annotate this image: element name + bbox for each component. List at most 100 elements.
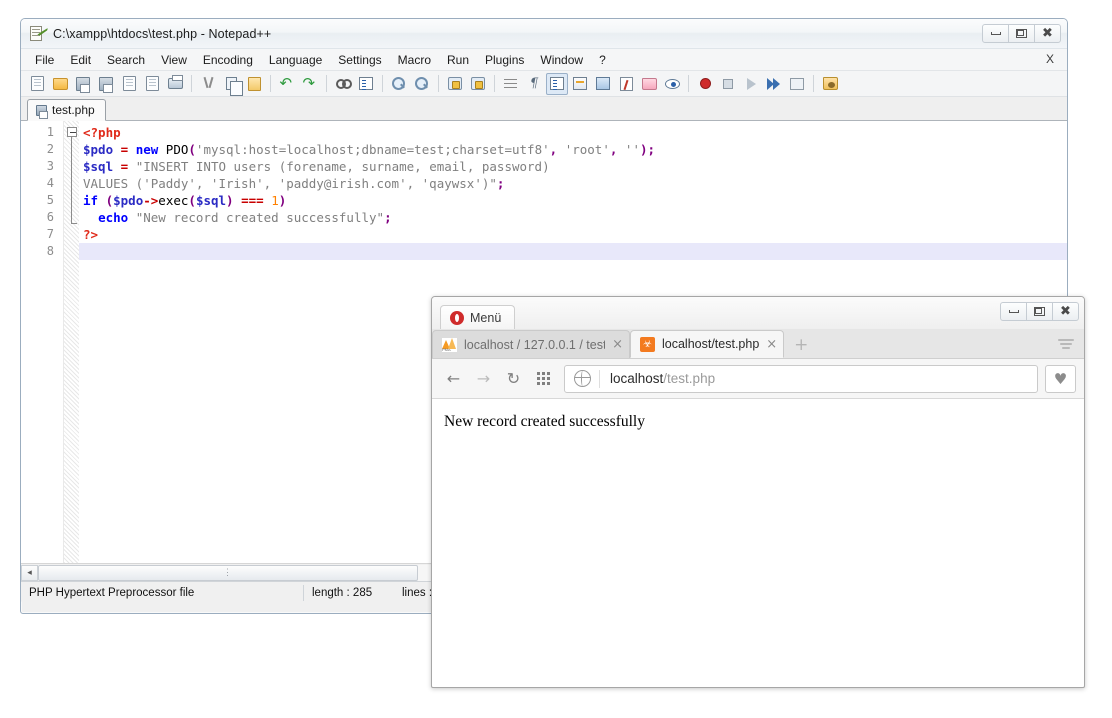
user-defined-dialog-icon[interactable] [569,73,591,95]
find-icon[interactable] [332,73,354,95]
open-file-icon[interactable] [49,73,71,95]
close-all-files-icon[interactable] [141,73,163,95]
back-button[interactable]: ← [440,365,467,392]
minimize-button[interactable] [1000,302,1027,321]
show-all-characters-icon[interactable]: ¶ [523,73,545,95]
run-macro-multiple-icon[interactable] [763,73,785,95]
menu-encoding[interactable]: Encoding [195,51,261,69]
replace-icon[interactable] [355,73,377,95]
play-macro-icon[interactable] [740,73,762,95]
code-token: ( [105,193,114,208]
tab-menu-icon[interactable] [1056,335,1076,353]
cut-icon[interactable] [197,73,219,95]
browser-tab-label: localhost/test.php [662,337,760,351]
toolbar-separator [270,75,271,92]
line-number: 5 [46,193,54,207]
menu-language[interactable]: Language [261,51,330,69]
code-token: ); [639,142,656,157]
menu-help[interactable]: ? [591,51,614,69]
fold-collapse-icon[interactable] [67,127,77,137]
menu-edit[interactable]: Edit [62,51,99,69]
url-host: localhost [610,371,664,386]
code-token: echo [98,210,129,225]
zoom-in-icon[interactable] [388,73,410,95]
browser-tab-phpmyadmin[interactable]: PMA localhost / 127.0.0.1 / test × [432,330,630,358]
maximize-button[interactable] [1026,302,1053,321]
opera-menu-button[interactable]: Menü [440,304,516,330]
notepadpp-window-controls: ✖ [982,24,1061,43]
paste-icon[interactable] [243,73,265,95]
line-number: 3 [46,159,54,173]
menu-file[interactable]: File [27,51,62,69]
document-tab-label: test.php [52,103,95,117]
menu-macro[interactable]: Macro [390,51,439,69]
notepadpp-titlebar[interactable]: C:\xampp\htdocs\test.php - Notepad++ ✖ [21,19,1067,49]
redo-icon[interactable]: ↷ [299,73,321,95]
reload-button[interactable]: ↻ [500,365,527,392]
speed-dial-icon[interactable] [530,365,557,392]
menu-search[interactable]: Search [99,51,153,69]
stop-macro-icon[interactable] [717,73,739,95]
monitoring-icon[interactable] [661,73,683,95]
code-token: ; [496,176,505,191]
record-macro-icon[interactable] [694,73,716,95]
toolbar-separator [326,75,327,92]
scroll-left-arrow[interactable]: ◂ [21,564,38,581]
code-token: $pdo [83,142,114,157]
menu-window[interactable]: Window [532,51,591,69]
fold-end-marker [71,223,77,224]
close-button[interactable]: ✖ [1034,24,1061,43]
browser-tab-testphp[interactable]: ☣ localhost/test.php × [630,330,785,358]
word-wrap-icon[interactable] [500,73,522,95]
close-document-button[interactable]: X [1041,51,1059,67]
code-token: ( [188,193,196,208]
code-folding-column[interactable] [63,121,79,563]
address-bar[interactable]: localhost/test.php [564,364,1038,393]
code-token: $sql [83,159,114,174]
new-tab-button[interactable]: + [788,332,814,358]
copy-icon[interactable] [220,73,243,96]
sync-horizontal-scroll-icon[interactable] [467,73,489,95]
close-tab-icon[interactable]: × [612,337,623,352]
save-icon[interactable] [72,73,94,95]
menu-settings[interactable]: Settings [330,51,389,69]
code-token: ( [188,142,196,157]
code-line: ?> [79,226,1067,243]
line-number-gutter: 1 2 3 4 5 6 7 8 [21,121,63,563]
maximize-button[interactable] [1008,24,1035,43]
document-map-icon[interactable] [592,73,614,95]
close-file-icon[interactable] [118,73,140,95]
opera-titlebar[interactable]: Menü ✖ [432,297,1084,330]
close-tab-icon[interactable]: × [766,337,777,352]
sync-vertical-scroll-icon[interactable] [444,73,466,95]
toolbar-separator [813,75,814,92]
save-all-icon[interactable] [95,73,117,95]
menu-view[interactable]: View [153,51,195,69]
run-plugin-icon[interactable] [819,73,841,95]
zoom-out-icon[interactable] [411,73,433,95]
new-file-icon[interactable] [26,73,48,95]
toolbar-separator [688,75,689,92]
folder-as-workspace-icon[interactable] [638,73,660,95]
menu-run[interactable]: Run [439,51,477,69]
close-button[interactable]: ✖ [1052,302,1079,321]
forward-button[interactable]: → [470,365,497,392]
indent-guideline-icon[interactable] [546,72,568,95]
code-line: <?php [79,124,1067,141]
undo-icon[interactable]: ↶ [276,73,298,95]
browser-tab-label: localhost / 127.0.0.1 / test [464,337,606,352]
bookmark-heart-icon[interactable]: ♥ [1045,364,1076,393]
document-tab-testphp[interactable]: test.php [27,99,106,121]
function-list-icon[interactable] [615,73,637,95]
menu-plugins[interactable]: Plugins [477,51,532,69]
code-line [79,243,1067,260]
print-icon[interactable] [164,73,186,95]
globe-icon [574,370,591,387]
notepadpp-title: C:\xampp\htdocs\test.php - Notepad++ [53,26,272,41]
scrollbar-thumb[interactable]: ⋮ [38,564,418,581]
save-macro-icon[interactable] [786,73,808,95]
minimize-button[interactable] [982,24,1009,43]
